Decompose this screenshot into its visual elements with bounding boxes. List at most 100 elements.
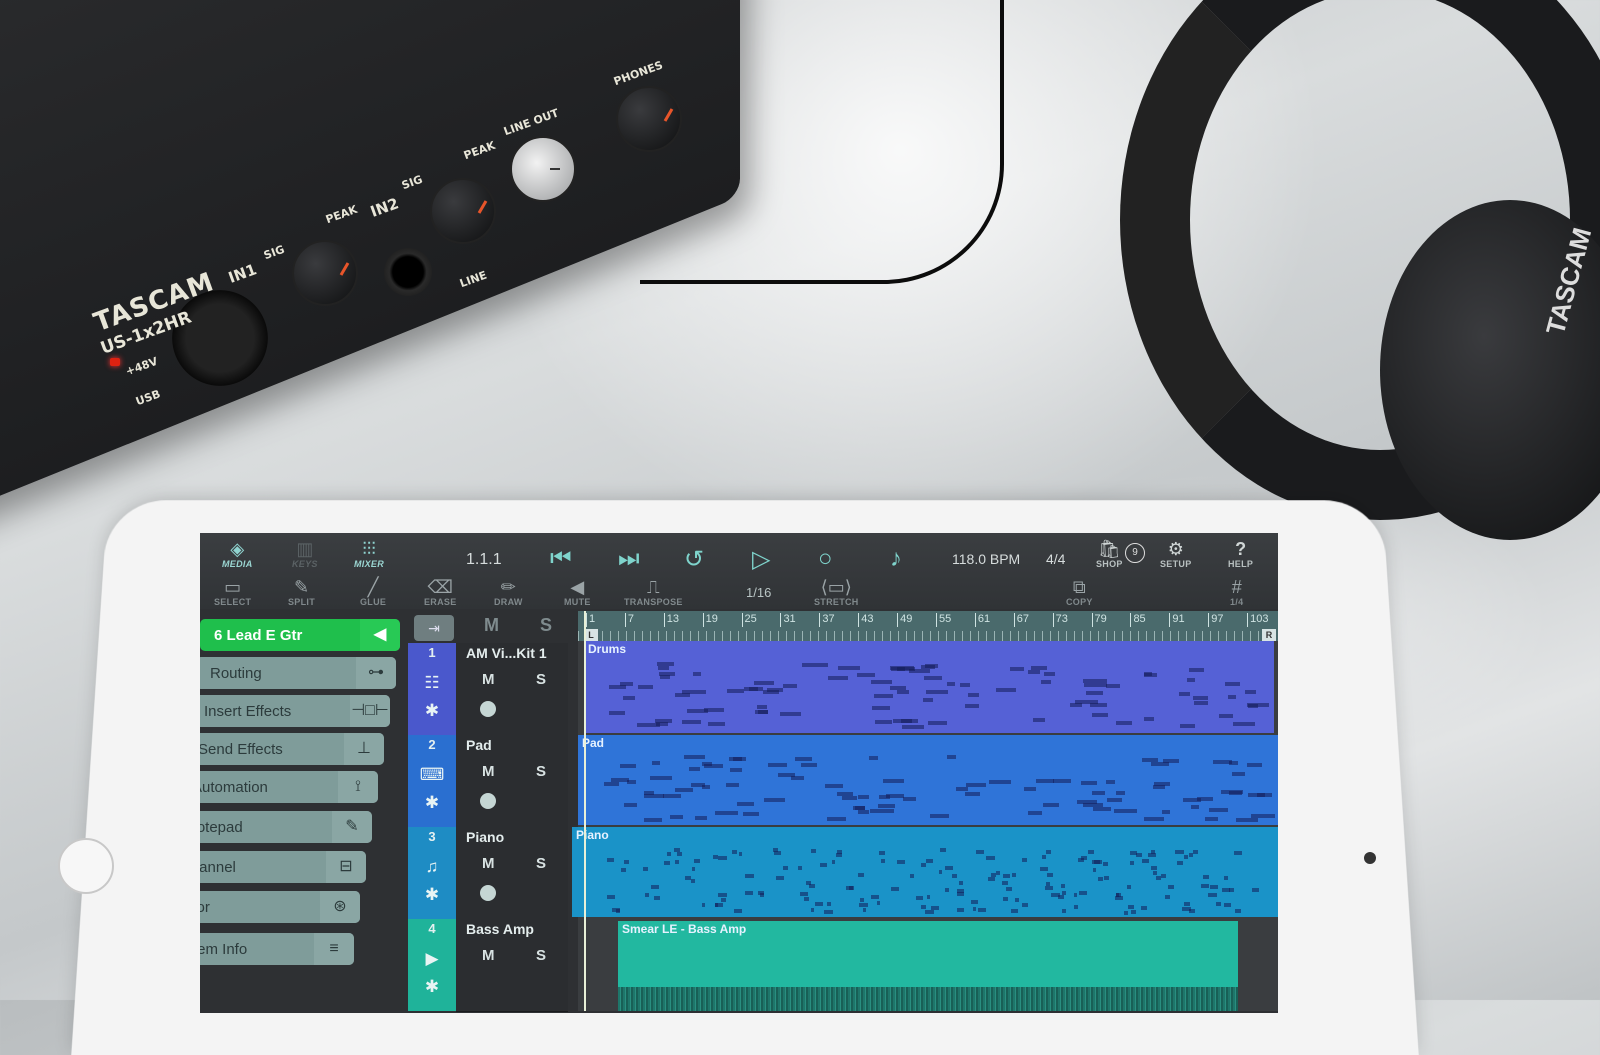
arrange-view[interactable]: 1 7 13 19 25 31 37 43 49 55 61 67 73 79 85 91 97 103 L R … xyxy=(572,611,1278,1011)
midi-note xyxy=(985,855,995,860)
global-solo-button[interactable]: S xyxy=(540,615,552,636)
track-solo-button[interactable]: S xyxy=(536,763,546,780)
track-row[interactable]: 3 ♫ ✱ Piano M S xyxy=(408,827,568,920)
select-tool[interactable]: ▭ SELECT xyxy=(214,577,251,607)
midi-note xyxy=(877,803,896,808)
track-record-arm-button[interactable] xyxy=(480,885,496,901)
media-button[interactable]: ◈ MEDIA xyxy=(222,539,253,569)
midi-note xyxy=(951,874,958,879)
midi-note xyxy=(1009,666,1025,671)
track-name[interactable]: Piano xyxy=(466,829,504,845)
inspector-item-send-effects[interactable]: Send Effects ⊥ xyxy=(200,733,384,765)
track-row[interactable]: 4 ▶ ✱ Bass Amp M S xyxy=(408,919,568,1012)
midi-note xyxy=(766,687,784,692)
inspector-item-notepad[interactable]: Notepad ✎ xyxy=(200,811,372,843)
inspector-item-automation[interactable]: Automation ⟟ xyxy=(200,771,378,803)
selected-track-header[interactable]: 6 Lead E Gtr ◀ xyxy=(200,619,400,651)
midi-note xyxy=(1061,883,1066,888)
track-mute-button[interactable]: M xyxy=(482,671,495,688)
track-solo-button[interactable]: S xyxy=(536,855,546,872)
play-button[interactable]: ▷ xyxy=(752,545,770,574)
midi-note xyxy=(1224,902,1232,907)
midi-note xyxy=(836,852,843,857)
track-name[interactable]: Pad xyxy=(466,737,492,753)
split-tool[interactable]: ✎ SPLIT xyxy=(288,577,315,607)
midi-note xyxy=(826,902,832,907)
inspector-item-routing[interactable]: Routing ⊶ xyxy=(200,657,396,689)
arrange-region[interactable]: Pad xyxy=(578,735,1278,825)
erase-tool[interactable]: ⌫ ERASE xyxy=(424,577,457,607)
right-locator[interactable]: R xyxy=(1262,629,1276,641)
glue-icon: ╱ xyxy=(367,577,379,597)
global-mute-button[interactable]: M xyxy=(484,615,499,636)
midi-note xyxy=(1129,861,1134,866)
track-name[interactable]: Bass Amp xyxy=(466,921,534,937)
tempo-display[interactable]: 118.0 BPM xyxy=(952,551,1020,567)
song-position[interactable]: 1.1.1 xyxy=(466,551,502,569)
collapse-arrow-icon[interactable]: ◀ xyxy=(360,619,400,651)
quantize-value[interactable]: 1/16 xyxy=(746,585,771,600)
copy-tool[interactable]: ⧉ COPY xyxy=(1066,577,1093,607)
arrange-region[interactable]: Piano xyxy=(572,827,1278,917)
stretch-tool[interactable]: ⟨▭⟩ STRETCH xyxy=(814,577,859,607)
track-row[interactable]: 1 ☷ ✱ AM Vi...Kit 1 M S xyxy=(408,643,568,736)
track-fx-asterisk-icon[interactable]: ✱ xyxy=(408,701,456,721)
track-tool-button[interactable]: ⇥ xyxy=(414,615,454,641)
track-fx-asterisk-icon[interactable]: ✱ xyxy=(408,793,456,813)
record-button[interactable]: ○ xyxy=(818,545,833,573)
arrange-region[interactable]: Drums xyxy=(584,641,1274,733)
track-solo-button[interactable]: S xyxy=(536,947,546,964)
midi-note xyxy=(1082,802,1104,807)
metronome-button[interactable]: ♪ xyxy=(890,545,902,573)
line-out-knob xyxy=(510,136,576,202)
track-fx-asterisk-icon[interactable]: ✱ xyxy=(408,885,456,905)
midi-note xyxy=(959,682,971,687)
midi-note xyxy=(1154,782,1170,787)
midi-note xyxy=(926,689,948,694)
forward-button[interactable]: ⏭ xyxy=(618,545,640,573)
inspector-item-insert-effects[interactable]: Insert Effects ⊣□⊢ xyxy=(200,695,390,727)
loop-button[interactable]: ↺ xyxy=(684,545,704,574)
glue-tool[interactable]: ╱ GLUE xyxy=(360,577,386,607)
midi-note xyxy=(1192,850,1199,855)
track-fx-asterisk-icon[interactable]: ✱ xyxy=(408,977,456,997)
tablet-home-button[interactable] xyxy=(58,838,114,894)
track-mute-button[interactable]: M xyxy=(482,947,495,964)
track-mute-button[interactable]: M xyxy=(482,763,495,780)
setup-button[interactable]: ⚙ SETUP xyxy=(1160,539,1192,569)
timeline-ruler[interactable]: 1 7 13 19 25 31 37 43 49 55 61 67 73 79 85 91 97 103 xyxy=(578,611,1278,641)
track-record-arm-button[interactable] xyxy=(480,701,496,717)
track-record-arm-button[interactable] xyxy=(480,793,496,809)
transpose-tool[interactable]: ⎍ TRANSPOSE xyxy=(624,577,683,607)
arrange-region[interactable]: Smear LE - Bass Amp xyxy=(618,921,1238,1011)
keys-button[interactable]: ▥ KEYS xyxy=(292,539,318,569)
draw-tool[interactable]: ✏ DRAW xyxy=(494,577,523,607)
track-list: ⇥ M S 1 ☷ ✱ AM Vi...Kit 1 M S 2 ⌨ ✱ Pad M S 3 ♫ ✱ Piano… xyxy=(408,611,568,1012)
track-solo-button[interactable]: S xyxy=(536,671,546,688)
time-signature[interactable]: 4/4 xyxy=(1046,551,1065,567)
shop-button[interactable]: 🛍 SHOP xyxy=(1096,539,1123,569)
notepad-edit-icon: ✎ xyxy=(332,811,372,843)
midi-note xyxy=(779,711,802,716)
midi-note xyxy=(890,887,900,892)
left-locator[interactable]: L xyxy=(584,629,598,641)
mute-tool[interactable]: ◀ MUTE xyxy=(564,577,591,607)
midi-note xyxy=(1036,778,1054,783)
inspector-item-color[interactable]: Color ⊛ xyxy=(200,891,360,923)
midi-note xyxy=(1074,905,1079,910)
midi-note xyxy=(702,903,706,908)
track-name[interactable]: AM Vi...Kit 1 xyxy=(466,645,547,661)
rewind-button[interactable]: ⏮ xyxy=(550,545,572,573)
grid-snap-button[interactable]: # 1/4 xyxy=(1230,577,1243,607)
midi-note xyxy=(728,756,743,761)
inspector-item-channel[interactable]: Channel ⊟ xyxy=(200,851,366,883)
track-mute-button[interactable]: M xyxy=(482,855,495,872)
playhead-cursor[interactable] xyxy=(584,611,586,1011)
track-row[interactable]: 2 ⌨ ✱ Pad M S xyxy=(408,735,568,828)
mixer-button[interactable]: ⫶⫶⫶ MIXER xyxy=(354,539,384,569)
inspector-item-system-info[interactable]: System Info ≡ xyxy=(200,933,354,965)
midi-note xyxy=(1002,896,1009,901)
help-button[interactable]: ? HELP xyxy=(1228,539,1253,569)
midi-note xyxy=(966,782,986,787)
midi-note xyxy=(1140,906,1148,911)
